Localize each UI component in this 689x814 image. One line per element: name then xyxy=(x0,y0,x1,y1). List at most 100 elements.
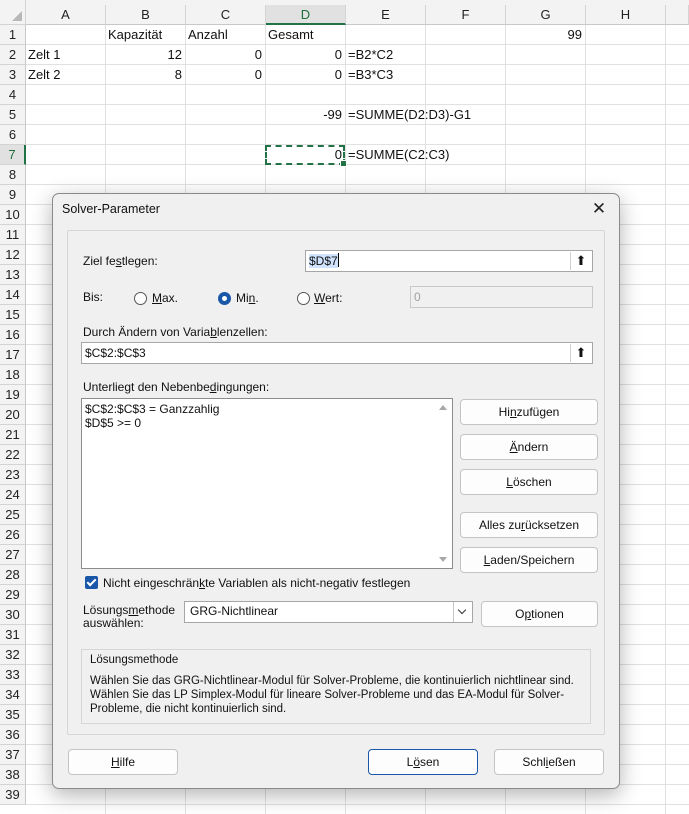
reset-all-button[interactable]: Alles zurücksetzen xyxy=(460,512,598,538)
row-header-5[interactable]: 5 xyxy=(0,105,26,125)
cell-d3[interactable]: 0 xyxy=(268,65,342,85)
row-header-9[interactable]: 9 xyxy=(0,185,26,205)
radio-min-label[interactable]: Min. xyxy=(236,291,259,305)
method-label: Lösungsmethode auswählen: xyxy=(83,603,176,630)
row-header-7[interactable]: 7 xyxy=(0,145,26,165)
cell-e7[interactable]: =SUMME(C2:C3) xyxy=(348,145,450,165)
column-header-c[interactable]: C xyxy=(186,5,266,25)
row-header-2[interactable]: 2 xyxy=(0,45,26,65)
row-header-13[interactable]: 13 xyxy=(0,265,26,285)
radio-min[interactable] xyxy=(218,292,231,305)
row-header-14[interactable]: 14 xyxy=(0,285,26,305)
row-header-21[interactable]: 21 xyxy=(0,425,26,445)
close-button[interactable]: Schließen xyxy=(494,749,604,775)
constraints-list[interactable]: $C$2:$C$3 = Ganzzahlig $D$5 >= 0 xyxy=(81,398,453,569)
delete-button[interactable]: Löschen xyxy=(460,469,598,495)
row-header-10[interactable]: 10 xyxy=(0,205,26,225)
column-header-g[interactable]: G xyxy=(506,5,586,25)
column-header-a[interactable]: A xyxy=(26,5,106,25)
scroll-down-icon[interactable] xyxy=(439,557,447,562)
add-button[interactable]: Hinzufügen xyxy=(460,399,598,425)
cell-e5[interactable]: =SUMME(D2:D3)-G1 xyxy=(348,105,471,125)
radio-max[interactable] xyxy=(134,292,147,305)
load-save-button[interactable]: Laden/Speichern xyxy=(460,547,598,573)
cell-e3[interactable]: =B3*C3 xyxy=(348,65,393,85)
column-header-partial[interactable] xyxy=(666,5,689,25)
cell-e2[interactable]: =B2*C2 xyxy=(348,45,393,65)
objective-input[interactable]: $D$7 ⬆ xyxy=(305,250,593,272)
collapse-dialog-icon[interactable]: ⬆ xyxy=(570,252,591,270)
row-header-20[interactable]: 20 xyxy=(0,405,26,425)
row-header-26[interactable]: 26 xyxy=(0,525,26,545)
cell-a3[interactable]: Zelt 2 xyxy=(28,65,61,85)
row-header-34[interactable]: 34 xyxy=(0,685,26,705)
cell-a2[interactable]: Zelt 1 xyxy=(28,45,61,65)
row-header-4[interactable]: 4 xyxy=(0,85,26,105)
row-header-33[interactable]: 33 xyxy=(0,665,26,685)
nonneg-checkbox[interactable] xyxy=(85,576,98,589)
row-header-16[interactable]: 16 xyxy=(0,325,26,345)
list-item[interactable]: $C$2:$C$3 = Ganzzahlig xyxy=(85,402,219,416)
method-select[interactable]: GRG-Nichtlinear xyxy=(184,601,473,623)
row-header-19[interactable]: 19 xyxy=(0,385,26,405)
row-header-22[interactable]: 22 xyxy=(0,445,26,465)
column-header-d[interactable]: D xyxy=(266,5,346,25)
row-header-3[interactable]: 3 xyxy=(0,65,26,85)
change-button[interactable]: Ändern xyxy=(460,434,598,460)
row-header-11[interactable]: 11 xyxy=(0,225,26,245)
row-header-38[interactable]: 38 xyxy=(0,765,26,785)
variables-input[interactable]: $C$2:$C$3 ⬆ xyxy=(81,342,593,364)
cell-d5[interactable]: -99 xyxy=(268,105,342,125)
row-header-24[interactable]: 24 xyxy=(0,485,26,505)
nonneg-label[interactable]: Nicht eingeschränkte Variablen als nicht… xyxy=(103,576,410,590)
row-header-36[interactable]: 36 xyxy=(0,725,26,745)
row-header-37[interactable]: 37 xyxy=(0,745,26,765)
cell-d1[interactable]: Gesamt xyxy=(268,25,314,45)
row-header-23[interactable]: 23 xyxy=(0,465,26,485)
constraints-scrollbar[interactable] xyxy=(435,399,452,568)
row-header-25[interactable]: 25 xyxy=(0,505,26,525)
column-header-h[interactable]: H xyxy=(586,5,666,25)
select-all-corner[interactable] xyxy=(0,0,26,25)
cell-b2[interactable]: 12 xyxy=(108,45,182,65)
column-header-f[interactable]: F xyxy=(426,5,506,25)
row-header-17[interactable]: 17 xyxy=(0,345,26,365)
value-input-text: 0 xyxy=(414,290,421,304)
row-header-31[interactable]: 31 xyxy=(0,625,26,645)
row-header-1[interactable]: 1 xyxy=(0,25,26,45)
row-header-30[interactable]: 30 xyxy=(0,605,26,625)
cell-c3[interactable]: 0 xyxy=(188,65,262,85)
row-header-29[interactable]: 29 xyxy=(0,585,26,605)
row-header-8[interactable]: 8 xyxy=(0,165,26,185)
row-header-27[interactable]: 27 xyxy=(0,545,26,565)
close-icon[interactable]: ✕ xyxy=(589,199,609,219)
radio-value-label[interactable]: Wert: xyxy=(314,291,342,305)
solve-button[interactable]: Lösen xyxy=(368,749,478,775)
list-item[interactable]: $D$5 >= 0 xyxy=(85,416,141,430)
row-header-28[interactable]: 28 xyxy=(0,565,26,585)
cell-d2[interactable]: 0 xyxy=(268,45,342,65)
help-button[interactable]: Hilfe xyxy=(68,749,178,775)
cell-c1[interactable]: Anzahl xyxy=(188,25,228,45)
scroll-up-icon[interactable] xyxy=(439,405,447,410)
cell-g1[interactable]: 99 xyxy=(508,25,582,45)
column-header-e[interactable]: E xyxy=(346,5,426,25)
collapse-dialog-icon[interactable]: ⬆ xyxy=(570,344,591,362)
row-header-15[interactable]: 15 xyxy=(0,305,26,325)
row-header-39[interactable]: 39 xyxy=(0,785,26,805)
row-header-6[interactable]: 6 xyxy=(0,125,26,145)
row-header-35[interactable]: 35 xyxy=(0,705,26,725)
chevron-down-icon[interactable] xyxy=(453,602,472,622)
options-button[interactable]: Optionen xyxy=(481,601,598,627)
row-header-32[interactable]: 32 xyxy=(0,645,26,665)
value-input[interactable]: 0 xyxy=(410,286,593,308)
row-header-18[interactable]: 18 xyxy=(0,365,26,385)
radio-value[interactable] xyxy=(297,292,310,305)
cell-c2[interactable]: 0 xyxy=(188,45,262,65)
row-header-12[interactable]: 12 xyxy=(0,245,26,265)
cell-b1[interactable]: Kapazität xyxy=(108,25,162,45)
radio-max-label[interactable]: Max. xyxy=(152,291,178,305)
cell-b3[interactable]: 8 xyxy=(108,65,182,85)
column-header-b[interactable]: B xyxy=(106,5,186,25)
active-cell-d7[interactable] xyxy=(265,145,347,167)
